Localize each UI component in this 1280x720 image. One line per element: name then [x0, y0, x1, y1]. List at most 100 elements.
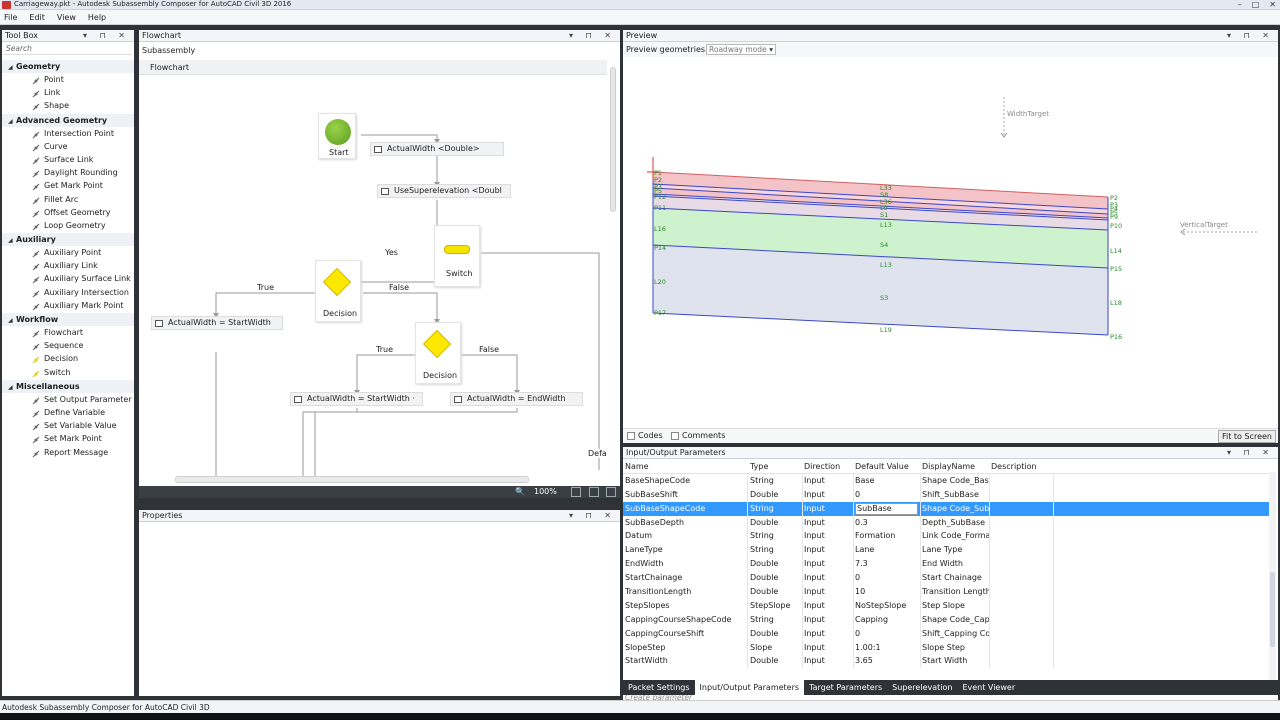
toolbox-category-auxiliary[interactable]: ◢ Auxiliary [2, 233, 134, 247]
decision-node-2[interactable]: Decision [415, 322, 461, 384]
table-cell-type[interactable]: Double [749, 571, 802, 585]
column-header-displayname[interactable]: DisplayName [921, 460, 989, 474]
toolbox-item-auxiliary-surface-link[interactable]: Auxiliary Surface Link [2, 272, 134, 285]
table-cell-name[interactable]: StartWidth [624, 654, 748, 668]
table-cell-default-value[interactable]: Base [854, 474, 920, 488]
toolbox-category-miscellaneous[interactable]: ◢ Miscellaneous [2, 379, 134, 393]
table-cell-default-value[interactable]: Lane [854, 543, 920, 557]
table-cell-displayname[interactable]: Link Code_Format [921, 529, 989, 543]
table-cell-type[interactable]: String [749, 474, 802, 488]
toolbox-item-define-variable[interactable]: Define Variable [2, 406, 134, 419]
tab-superelevation[interactable]: Superelevation [887, 680, 957, 695]
table-cell-displayname[interactable]: Step Slope [921, 599, 989, 613]
actualwidth-define-activity[interactable]: ActualWidth <Double> [370, 142, 504, 156]
table-cell-displayname[interactable]: Shape Code_SubB [921, 502, 989, 516]
column-header-description[interactable]: Description [990, 460, 1050, 474]
table-cell-name[interactable]: StepSlopes [624, 599, 748, 613]
table-row[interactable]: SlopeStep Slope Input 1.00:1 Slope Step [623, 640, 1271, 655]
zoom-level[interactable]: 100% [534, 487, 557, 496]
table-cell-name[interactable]: SubBaseShapeCode [624, 502, 748, 516]
toolbox-item-fillet-arc[interactable]: Fillet Arc [2, 193, 134, 206]
table-cell-direction[interactable]: Input [803, 474, 853, 488]
toolbox-item-get-mark-point[interactable]: Get Mark Point [2, 179, 134, 192]
toolbox-item-offset-geometry[interactable]: Offset Geometry [2, 206, 134, 219]
column-header-default-value[interactable]: Default Value [854, 460, 920, 474]
table-cell-name[interactable]: CappingCourseShift [624, 627, 748, 641]
toolbox-item-set-output-parameter[interactable]: Set Output Parameter [2, 393, 134, 406]
toolbox-item-report-message[interactable]: Report Message [2, 446, 134, 459]
table-cell-default-value[interactable]: 0.3 [854, 516, 920, 530]
toolbox-item-auxiliary-point[interactable]: Auxiliary Point [2, 246, 134, 259]
minimize-button[interactable]: – [1238, 0, 1242, 9]
table-cell-default-value[interactable]: 1.00:1 [854, 641, 920, 655]
toolbox-item-sequence[interactable]: Sequence [2, 339, 134, 352]
table-cell-direction[interactable]: Input [803, 585, 853, 599]
table-cell-type[interactable]: Double [749, 557, 802, 571]
actualwidth-endwidth-activity[interactable]: ActualWidth = EndWidth [450, 392, 583, 406]
table-cell-direction[interactable]: Input [803, 502, 853, 516]
table-cell-direction[interactable]: Input [803, 627, 853, 641]
table-cell-direction[interactable]: Input [803, 516, 853, 530]
table-cell-displayname[interactable]: Start Width [921, 654, 989, 668]
table-cell-displayname[interactable]: Slope Step [921, 641, 989, 655]
toolbox-category-geometry[interactable]: ◢ Geometry [2, 60, 134, 73]
toolbox-item-daylight-rounding[interactable]: Daylight Rounding [2, 166, 134, 179]
column-header-name[interactable]: Name [624, 460, 748, 474]
table-cell-name[interactable]: SubBaseDepth [624, 516, 748, 530]
flowchart-canvas[interactable] [139, 60, 609, 478]
table-cell-displayname[interactable]: Shift_Capping Cou [921, 627, 989, 641]
table-row[interactable]: CappingCourseShift Double Input 0 Shift_Capp… [623, 626, 1271, 641]
toolbox-item-flowchart[interactable]: Flowchart [2, 326, 134, 339]
overview-icon[interactable] [589, 487, 599, 497]
magnifier-icon[interactable]: 🔍 [515, 487, 525, 496]
preview-canvas[interactable]: WidthTarget VerticalTarget P1P2P3P5P12P1… [623, 57, 1278, 427]
table-cell-default-value[interactable]: 0 [854, 488, 920, 502]
table-cell-direction[interactable]: Input [803, 488, 853, 502]
table-cell-direction[interactable]: Input [803, 529, 853, 543]
table-row[interactable]: LaneType String Input Lane Lane Type [623, 543, 1271, 558]
toolbox-item-set-mark-point[interactable]: Set Mark Point [2, 432, 134, 445]
toolbox-search-input[interactable]: Search [4, 43, 132, 55]
table-cell-name[interactable]: EndWidth [624, 557, 748, 571]
table-cell-type[interactable]: Double [749, 516, 802, 530]
table-cell-displayname[interactable]: Shape Code_Capp [921, 613, 989, 627]
table-row[interactable]: CappingCourseShapeCode String Input Capping… [623, 612, 1271, 627]
menu-help[interactable]: Help [88, 13, 106, 22]
menu-view[interactable]: View [57, 13, 76, 22]
toolbox-item-set-variable-value[interactable]: Set Variable Value [2, 419, 134, 432]
table-cell-name[interactable]: CappingCourseShapeCode [624, 613, 748, 627]
table-cell-direction[interactable]: Input [803, 599, 853, 613]
table-cell-default-value[interactable]: SubBase [855, 502, 918, 515]
table-cell-default-value[interactable]: NoStepSlope [854, 599, 920, 613]
toolbox-item-switch[interactable]: Switch [2, 366, 134, 379]
tab-target-parameters[interactable]: Target Parameters [804, 680, 887, 695]
preview-mode-select[interactable]: Roadway mode ▾ [706, 44, 776, 55]
table-cell-direction[interactable]: Input [803, 641, 853, 655]
toolbox-item-surface-link[interactable]: Surface Link [2, 153, 134, 166]
decision-node-1[interactable]: Decision [315, 260, 361, 322]
table-cell-type[interactable]: String [749, 502, 802, 516]
tab-input-output-parameters[interactable]: Input/Output Parameters [694, 680, 805, 695]
table-cell-type[interactable]: Double [749, 627, 802, 641]
table-cell-default-value[interactable]: 7.3 [854, 557, 920, 571]
table-row[interactable]: StartChainage Double Input 0 Start Chainage [623, 571, 1271, 586]
table-cell-type[interactable]: Double [749, 488, 802, 502]
table-cell-displayname[interactable]: End Width [921, 557, 989, 571]
table-row[interactable]: BaseShapeCode String Input Base Shape Code_B… [623, 473, 1271, 488]
table-cell-type[interactable]: Slope [749, 641, 802, 655]
toolbox-item-loop-geometry[interactable]: Loop Geometry [2, 219, 134, 232]
tab-packet-settings[interactable]: Packet Settings [623, 680, 695, 695]
preview-pin-icon[interactable]: ▾ ⊓ ✕ [1227, 31, 1274, 40]
usesuperelevation-activity[interactable]: UseSuperelevation <Doubl [377, 184, 511, 198]
toolbox-item-auxiliary-intersection[interactable]: Auxiliary Intersection [2, 286, 134, 299]
table-cell-type[interactable]: StepSlope [749, 599, 802, 613]
actualwidth-startwidth-activity-1[interactable]: ActualWidth = StartWidth [151, 316, 283, 330]
toolbox-item-shape[interactable]: Shape [2, 99, 134, 112]
fit-view-icon[interactable] [571, 487, 581, 497]
toolbox-item-decision[interactable]: Decision [2, 352, 134, 365]
table-row[interactable]: StartWidth Double Input 3.65 Start Width [623, 654, 1271, 669]
table-cell-displayname[interactable]: Shift_SubBase [921, 488, 989, 502]
toolbox-category-advanced-geometry[interactable]: ◢ Advanced Geometry [2, 113, 134, 127]
toolbox-item-link[interactable]: Link [2, 86, 134, 99]
tab-event-viewer[interactable]: Event Viewer [957, 680, 1020, 695]
